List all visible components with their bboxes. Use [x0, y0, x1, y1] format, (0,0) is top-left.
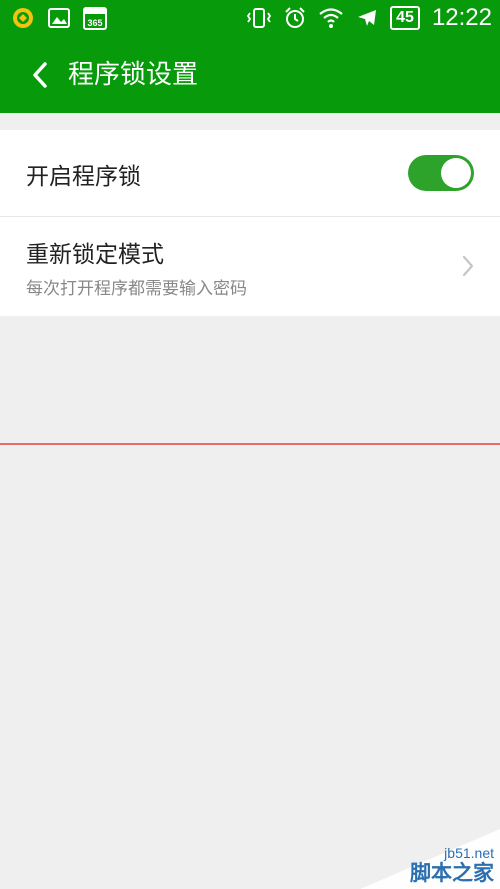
enable-lock-row[interactable]: 开启程序锁 — [0, 130, 500, 216]
calendar-365-icon: 365 — [82, 5, 108, 31]
airplane-icon — [354, 5, 380, 31]
chevron-right-icon — [462, 255, 474, 277]
settings-card: 开启程序锁 重新锁定模式 每次打开程序都需要输入密码 — [0, 130, 500, 316]
relock-mode-title: 重新锁定模式 — [26, 242, 164, 268]
svg-text:365: 365 — [87, 18, 102, 28]
watermark: jb51.net 脚本之家 — [340, 809, 500, 889]
red-divider-line — [0, 443, 500, 445]
chevron-left-icon — [33, 62, 47, 88]
page-title: 程序锁设置 — [68, 60, 199, 90]
vibrate-icon — [246, 5, 272, 31]
wifi-icon — [318, 5, 344, 31]
watermark-brand: 脚本之家 — [410, 861, 494, 885]
enable-lock-label: 开启程序锁 — [26, 164, 141, 190]
gallery-icon — [46, 5, 72, 31]
relock-mode-subtitle: 每次打开程序都需要输入密码 — [26, 279, 247, 299]
enable-lock-toggle[interactable] — [408, 155, 474, 191]
app-bar: 程序锁设置 — [0, 38, 500, 113]
battery-indicator: 45 — [390, 6, 420, 30]
alarm-icon — [282, 5, 308, 31]
back-button[interactable] — [22, 56, 58, 94]
status-time: 12:22 — [431, 4, 492, 31]
toggle-knob — [441, 158, 471, 188]
status-bar: 365 45 12:22 — [0, 0, 500, 38]
wallet-icon — [10, 5, 36, 31]
relock-mode-row[interactable]: 重新锁定模式 每次打开程序都需要输入密码 — [0, 217, 500, 316]
